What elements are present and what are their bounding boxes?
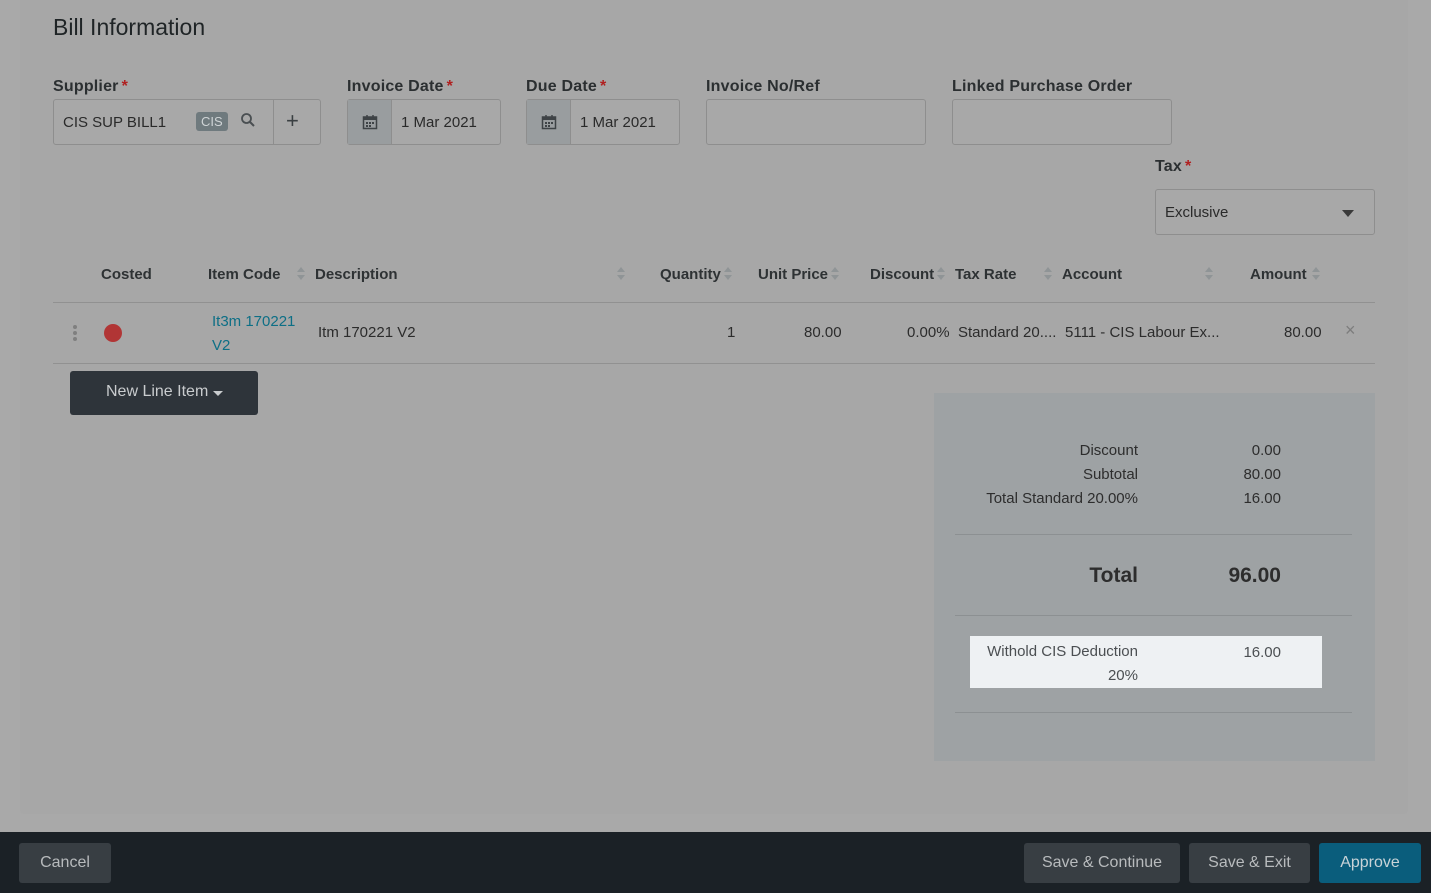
row-amount: 80.00 [1284, 324, 1322, 341]
column-discount[interactable]: Discount [870, 266, 934, 283]
table-row-divider [53, 363, 1375, 364]
new-line-item-label: New Line Item [106, 383, 209, 400]
linked-po-input[interactable] [952, 99, 1172, 145]
row-description[interactable]: Itm 170221 V2 [318, 324, 416, 341]
invoice-date-label: Invoice Date * [347, 78, 454, 95]
column-costed: Costed [101, 266, 152, 283]
tax-label: Tax * [1155, 158, 1192, 175]
column-item-code[interactable]: Item Code [208, 266, 281, 283]
discount-total-label: Discount [1079, 442, 1138, 459]
invoice-date-field[interactable]: 1 Mar 2021 [347, 99, 501, 145]
row-discount[interactable]: 0.00% [907, 324, 950, 341]
column-account[interactable]: Account [1062, 266, 1122, 283]
calendar-icon[interactable] [348, 100, 392, 144]
cis-badge: CIS [196, 112, 228, 131]
sort-icon[interactable] [1312, 267, 1320, 281]
calendar-icon[interactable] [527, 100, 571, 144]
invoice-ref-input[interactable] [706, 99, 926, 145]
totals-panel: Discount 0.00 Subtotal 80.00 Total Stand… [934, 393, 1375, 761]
cis-deduction-box: Withold CIS Deduction 20% 16.00 [970, 636, 1322, 688]
column-tax-rate[interactable]: Tax Rate [955, 266, 1016, 283]
sort-icon[interactable] [1205, 267, 1213, 281]
totals-divider [955, 712, 1352, 713]
sort-icon[interactable] [297, 267, 305, 281]
due-date-field[interactable]: 1 Mar 2021 [526, 99, 680, 145]
grand-total-label: Total [1089, 564, 1138, 587]
supplier-field[interactable]: CIS SUP BILL1 CIS + [53, 99, 321, 145]
sort-icon[interactable] [1044, 267, 1052, 281]
footer-bar: Cancel Save & Continue Save & Exit Appro… [0, 832, 1431, 893]
column-description[interactable]: Description [315, 266, 398, 283]
linked-po-label: Linked Purchase Order [952, 78, 1133, 95]
supplier-value: CIS SUP BILL1 [63, 114, 167, 131]
table-header-divider [53, 302, 1375, 303]
cis-deduction-value: 16.00 [1243, 644, 1281, 661]
tax-select[interactable]: Exclusive [1155, 189, 1375, 235]
totals-divider [955, 615, 1352, 616]
new-line-item-button[interactable]: New Line Item [70, 371, 258, 415]
supplier-divider [273, 100, 274, 144]
row-tax-rate[interactable]: Standard 20.... [958, 324, 1056, 341]
tax-total-label: Total Standard 20.00% [986, 490, 1138, 507]
due-date-label: Due Date * [526, 78, 607, 95]
sort-icon[interactable] [724, 267, 732, 281]
grand-total-value: 96.00 [1228, 564, 1281, 587]
approve-button[interactable]: Approve [1319, 843, 1421, 883]
costed-status-dot [104, 324, 122, 342]
save-continue-button[interactable]: Save & Continue [1024, 843, 1180, 883]
drag-handle-icon[interactable] [73, 325, 77, 343]
column-quantity[interactable]: Quantity [660, 266, 721, 283]
column-unit-price[interactable]: Unit Price [758, 266, 828, 283]
supplier-label: Supplier * [53, 78, 129, 95]
sort-icon[interactable] [831, 267, 839, 281]
cancel-button[interactable]: Cancel [19, 843, 111, 883]
subtotal-value: 80.00 [1243, 466, 1281, 483]
due-date-value: 1 Mar 2021 [580, 114, 656, 131]
discount-total-value: 0.00 [1251, 442, 1281, 459]
item-code-link[interactable]: It3m 170221 V2 [212, 310, 295, 358]
save-exit-button[interactable]: Save & Exit [1189, 843, 1310, 883]
row-account[interactable]: 5111 - CIS Labour Ex... [1065, 324, 1220, 341]
tax-total-value: 16.00 [1243, 490, 1281, 507]
cis-deduction-label: Withold CIS Deduction 20% [987, 643, 1138, 684]
sort-icon[interactable] [937, 267, 945, 281]
invoice-ref-label: Invoice No/Ref [706, 78, 820, 95]
subtotal-label: Subtotal [1082, 466, 1138, 483]
totals-divider [955, 534, 1352, 535]
close-icon[interactable]: × [1345, 320, 1356, 341]
search-icon[interactable] [240, 112, 256, 133]
column-amount[interactable]: Amount [1250, 266, 1307, 283]
row-unit-price[interactable]: 80.00 [804, 324, 842, 341]
invoice-date-value: 1 Mar 2021 [401, 114, 477, 131]
add-supplier-button[interactable]: + [286, 108, 299, 134]
sort-icon[interactable] [617, 267, 625, 281]
row-quantity[interactable]: 1 [727, 324, 735, 341]
tax-select-value: Exclusive [1165, 204, 1229, 221]
chevron-down-icon [213, 391, 223, 396]
page-title: Bill Information [53, 14, 206, 40]
chevron-down-icon [1342, 210, 1354, 217]
